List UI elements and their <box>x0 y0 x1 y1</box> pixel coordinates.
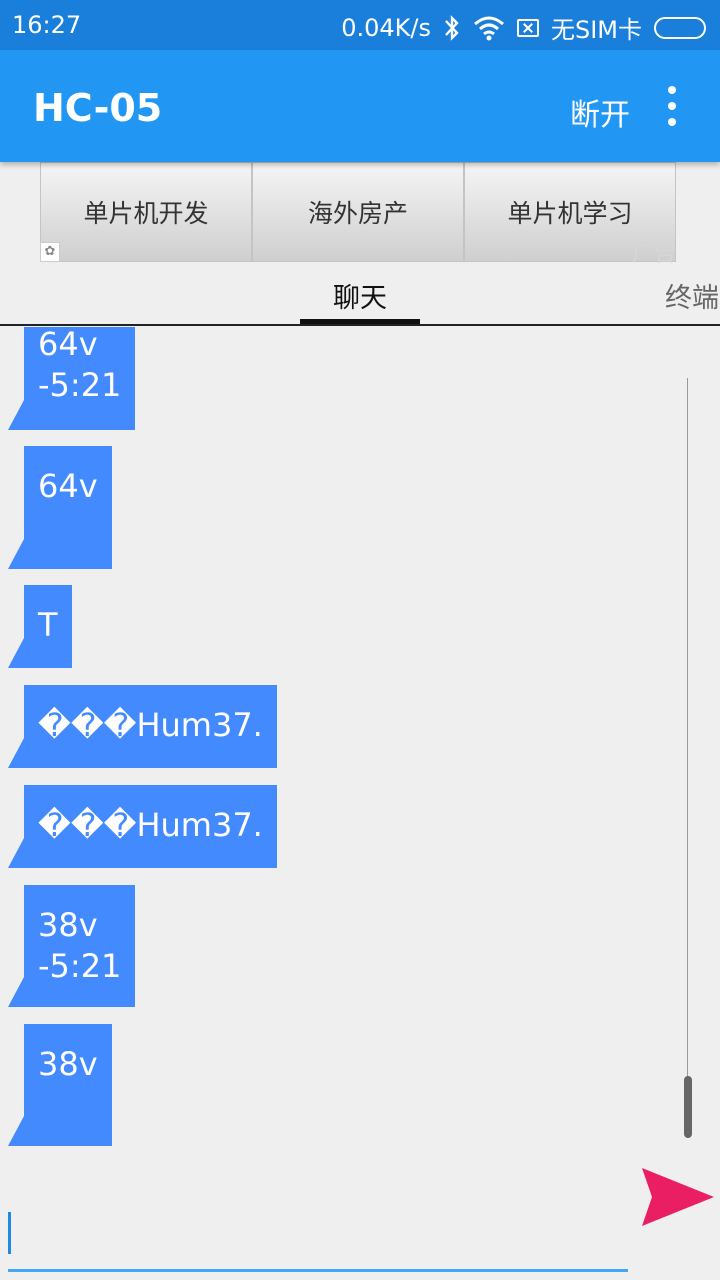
message-input-container <box>8 1202 628 1272</box>
app-title: HC-05 <box>33 86 163 130</box>
more-vert-icon[interactable] <box>660 86 684 126</box>
status-icons: 0.04K/s 无SIM卡 <box>341 10 706 45</box>
send-icon <box>642 1168 714 1226</box>
network-speed: 0.04K/s <box>341 13 431 42</box>
tab-indicator <box>300 319 420 324</box>
scrollbar-thumb[interactable] <box>684 1076 692 1138</box>
text-caret <box>8 1212 11 1254</box>
message-bubble: 64v -5:21 <box>7 327 136 430</box>
sim-status: 无SIM卡 <box>550 16 642 44</box>
message-input[interactable] <box>8 1202 628 1268</box>
ad-button-overseas-property[interactable]: 海外房产 <box>252 162 464 262</box>
bluetooth-icon <box>445 14 459 41</box>
paw-icon: ✿ <box>40 242 60 262</box>
tab-bar: 聊天 终端 <box>0 262 720 326</box>
status-time: 16:27 <box>12 11 82 39</box>
battery-icon <box>654 16 706 39</box>
message-bubble: ���Hum37. <box>8 685 277 768</box>
tab-chat[interactable]: 聊天 <box>300 276 420 315</box>
status-bar: 16:27 0.04K/s 无SIM卡 <box>0 0 720 50</box>
message-bubble: 64v <box>8 446 112 569</box>
ad-banner: 单片机开发 海外房产 单片机学习 <box>40 162 676 262</box>
wifi-icon <box>473 16 504 40</box>
tab-terminal[interactable]: 终端 <box>665 276 719 315</box>
scrollbar-track[interactable] <box>687 378 688 1138</box>
ad-button-mcu-dev[interactable]: 单片机开发 <box>40 162 252 262</box>
message-bubble: 38v <box>8 1024 112 1146</box>
no-sim-icon <box>516 18 539 37</box>
disconnect-button[interactable]: 断开 <box>570 90 630 134</box>
message-list[interactable]: 64v -5:21 64v T ���Hum37. ���Hum37. 38v … <box>0 327 690 1157</box>
message-bubble: 38v -5:21 <box>7 885 136 1007</box>
app-bar: HC-05 断开 <box>0 50 720 162</box>
message-bubble: ���Hum37. <box>8 785 277 868</box>
send-button[interactable] <box>640 1162 716 1232</box>
message-bubble: T <box>8 585 72 668</box>
